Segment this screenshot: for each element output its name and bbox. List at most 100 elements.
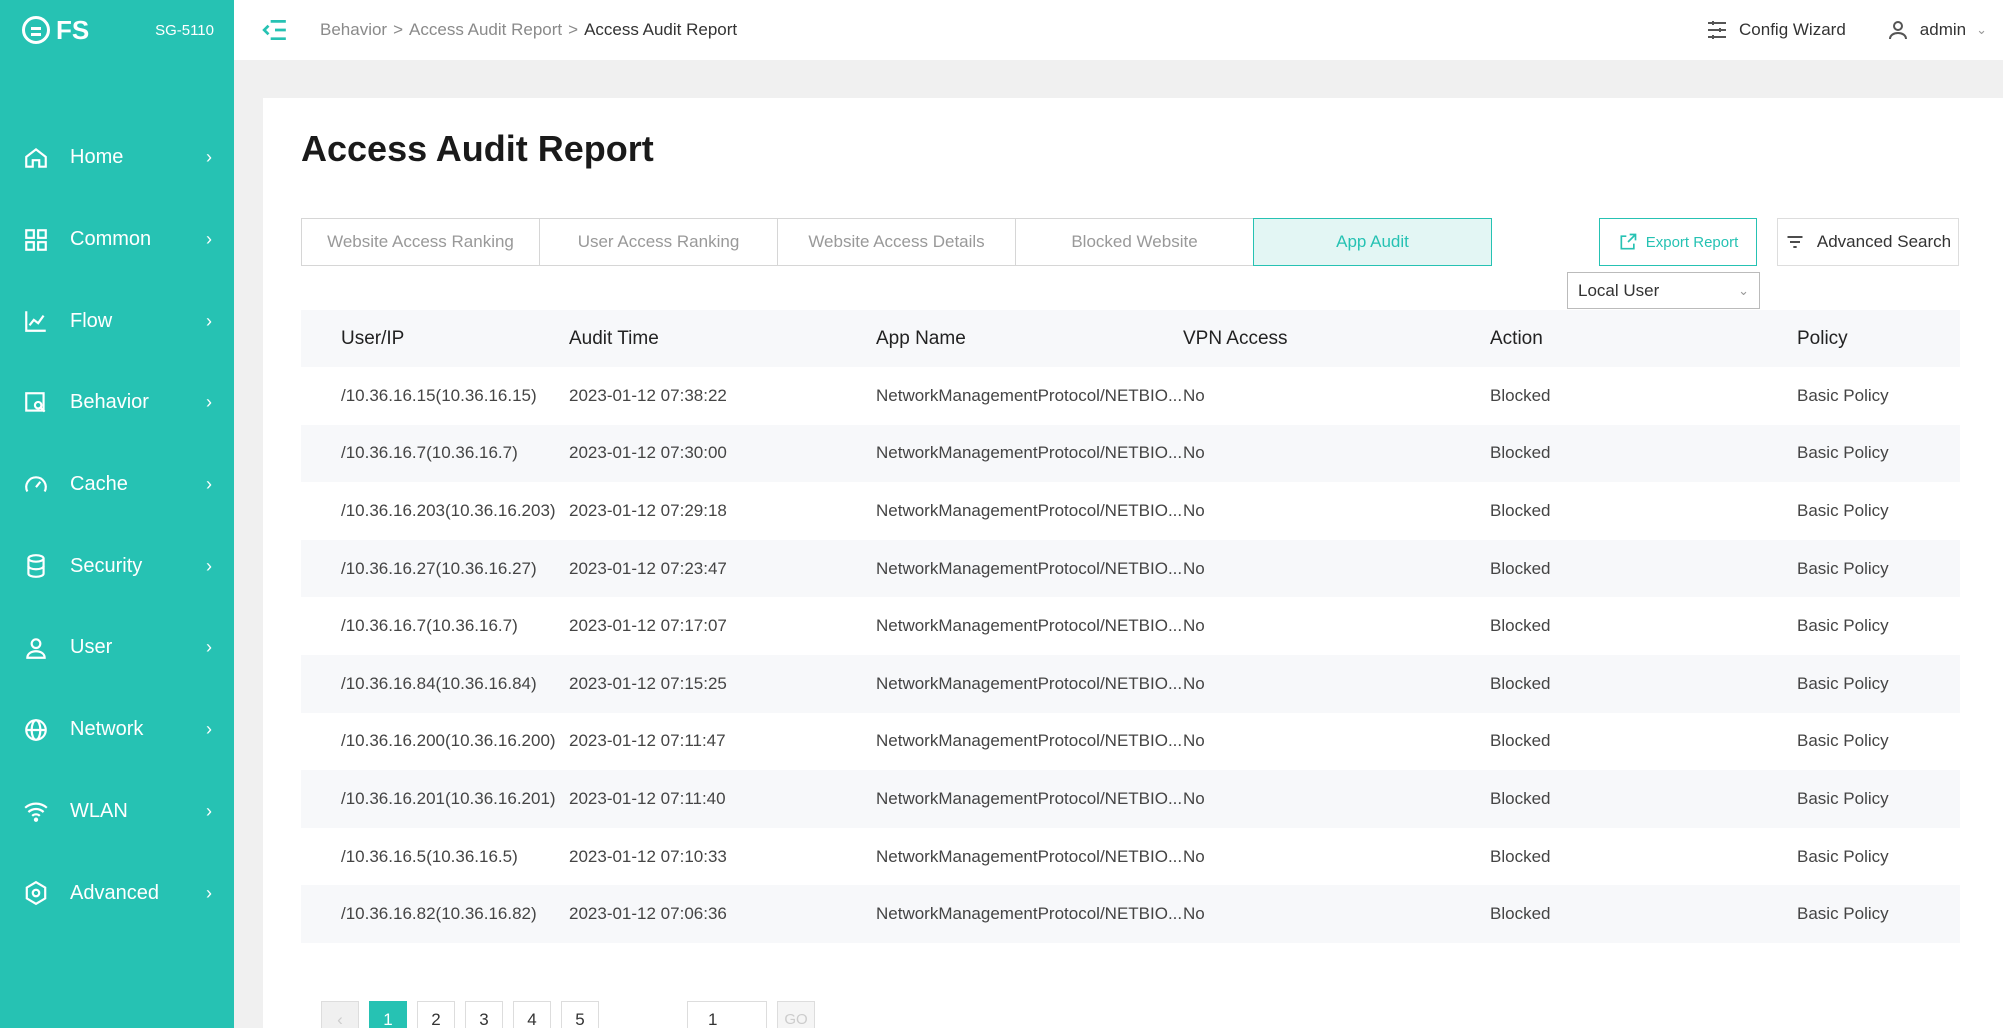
cell-user-ip: /10.36.16.201(10.36.16.201) [341, 788, 556, 808]
page-3-button[interactable]: 3 [465, 1000, 503, 1028]
go-button[interactable]: GO [777, 1000, 815, 1028]
sidebar-item-label: WLAN [70, 799, 128, 822]
cell-user-ip: /10.36.16.15(10.36.16.15) [341, 385, 537, 405]
sidebar-item-behavior[interactable]: Behavior › [0, 362, 234, 444]
tab-website-access-details[interactable]: Website Access Details [777, 218, 1016, 266]
breadcrumb-separator: > [393, 20, 404, 39]
chevron-right-icon: › [206, 392, 212, 413]
user-type-value: Local User [1578, 280, 1660, 300]
cell-vpn-access: No [1183, 616, 1205, 636]
sidebar-item-label: Network [70, 718, 144, 741]
table-row[interactable]: /10.36.16.203(10.36.16.203) 2023-01-12 07… [301, 482, 1960, 540]
sidebar-item-user[interactable]: User › [0, 607, 234, 689]
table-row[interactable]: /10.36.16.15(10.36.16.15) 2023-01-12 07:3… [301, 367, 1960, 425]
advanced-search-label: Advanced Search [1816, 232, 1952, 251]
cell-user-ip: /10.36.16.5(10.36.16.5) [341, 846, 518, 866]
table-row[interactable]: /10.36.16.82(10.36.16.82) 2023-01-12 07:0… [301, 885, 1960, 943]
page-title: Access Audit Report [301, 128, 654, 169]
sidebar-item-cache[interactable]: Cache › [0, 444, 234, 526]
sidebar-item-wlan[interactable]: WLAN › [0, 771, 234, 853]
table-row[interactable]: /10.36.16.7(10.36.16.7) 2023-01-12 07:17:… [301, 597, 1960, 655]
logo[interactable]: FS [22, 15, 89, 46]
tab-user-access-ranking[interactable]: User Access Ranking [539, 218, 778, 266]
cell-app-name: NetworkManagementProtocol/NETBIO... [876, 731, 1183, 751]
chevron-right-icon: › [206, 800, 212, 821]
export-report-label: Export Report [1645, 233, 1739, 251]
table-row[interactable]: /10.36.16.200(10.36.16.200) 2023-01-12 07… [301, 713, 1960, 771]
chevron-down-icon: ⌄ [1976, 22, 1987, 37]
sidebar-item-common[interactable]: Common › [0, 199, 234, 281]
cell-vpn-access: No [1183, 443, 1205, 463]
cell-audit-time: 2023-01-12 07:11:40 [569, 788, 726, 808]
export-report-button[interactable]: Export Report [1599, 218, 1757, 266]
page-2-button[interactable]: 2 [417, 1000, 455, 1028]
grid-icon [22, 226, 50, 254]
tab-blocked-website[interactable]: Blocked Website [1015, 218, 1254, 266]
username: admin [1919, 20, 1967, 39]
table-row[interactable]: /10.36.16.7(10.36.16.7) 2023-01-12 07:30:… [301, 424, 1960, 483]
sidebar-item-home[interactable]: Home › [0, 117, 234, 199]
cell-app-name: NetworkManagementProtocol/NETBIO... [876, 443, 1183, 463]
cell-action: Blocked [1490, 616, 1551, 636]
table-body: /10.36.16.15(10.36.16.15) 2023-01-12 07:3… [301, 367, 1960, 943]
cell-vpn-access: No [1183, 385, 1205, 405]
table-row[interactable]: /10.36.16.84(10.36.16.84) 2023-01-12 07:1… [301, 654, 1960, 713]
cell-app-name: NetworkManagementProtocol/NETBIO... [876, 500, 1183, 520]
globe-icon [22, 716, 50, 744]
column-header-action: Action [1490, 327, 1543, 349]
column-header-vpn-access: VPN Access [1183, 327, 1288, 349]
sidebar-item-network[interactable]: Network › [0, 689, 234, 771]
table-row[interactable]: /10.36.16.201(10.36.16.201) 2023-01-12 07… [301, 770, 1960, 828]
cell-app-name: NetworkManagementProtocol/NETBIO... [876, 616, 1183, 636]
cell-action: Blocked [1490, 673, 1551, 693]
cell-vpn-access: No [1183, 558, 1205, 578]
database-icon [22, 552, 50, 580]
page-5-button[interactable]: 5 [561, 1000, 599, 1028]
cell-policy: Basic Policy [1797, 731, 1889, 751]
cell-action: Blocked [1490, 500, 1551, 520]
sidebar-nav: Home › Common › Flow › Behavior › Cache … [0, 117, 234, 934]
page-jump-input[interactable] [687, 1000, 767, 1028]
sidebar-item-label: Flow [70, 309, 113, 332]
logo-icon [22, 16, 50, 44]
page-1-button[interactable]: 1 [369, 1000, 407, 1028]
config-wizard-button[interactable]: Config Wizard [1705, 18, 1846, 42]
table-row[interactable]: /10.36.16.5(10.36.16.5) 2023-01-12 07:10:… [301, 828, 1960, 886]
tab-website-access-ranking[interactable]: Website Access Ranking [301, 218, 540, 266]
advanced-search-button[interactable]: Advanced Search [1777, 218, 1959, 266]
sidebar-item-flow[interactable]: Flow › [0, 280, 234, 362]
cell-user-ip: /10.36.16.200(10.36.16.200) [341, 731, 556, 751]
sidebar-item-label: Home [70, 146, 124, 169]
cell-action: Blocked [1490, 443, 1551, 463]
app-audit-table: User/IP Audit Time App Name VPN Access A… [301, 310, 1960, 943]
device-model: SG-5110 [155, 21, 214, 39]
sidebar-item-advanced[interactable]: Advanced › [0, 852, 234, 934]
breadcrumb-separator: > [568, 20, 579, 39]
config-wizard-label: Config Wizard [1739, 20, 1846, 39]
user-icon [22, 634, 50, 662]
sidebar-item-security[interactable]: Security › [0, 525, 234, 607]
cell-audit-time: 2023-01-12 07:38:22 [569, 385, 727, 405]
chevron-right-icon: › [206, 229, 212, 250]
chevron-right-icon: › [206, 310, 212, 331]
cell-vpn-access: No [1183, 673, 1205, 693]
table-row[interactable]: /10.36.16.27(10.36.16.27) 2023-01-12 07:2… [301, 539, 1960, 598]
cell-user-ip: /10.36.16.84(10.36.16.84) [341, 673, 537, 693]
page-4-button[interactable]: 4 [513, 1000, 551, 1028]
cell-user-ip: /10.36.16.7(10.36.16.7) [341, 443, 518, 463]
breadcrumb-access-audit-report[interactable]: Access Audit Report [409, 20, 562, 40]
tab-app-audit[interactable]: App Audit [1253, 218, 1492, 266]
cell-action: Blocked [1490, 731, 1551, 751]
chevron-right-icon: › [206, 474, 212, 495]
breadcrumb-behavior[interactable]: Behavior [320, 20, 387, 40]
cell-user-ip: /10.36.16.203(10.36.16.203) [341, 500, 556, 520]
collapse-menu-icon[interactable] [262, 17, 288, 43]
cell-policy: Basic Policy [1797, 443, 1889, 463]
cell-audit-time: 2023-01-12 07:06:36 [569, 904, 727, 924]
cell-vpn-access: No [1183, 846, 1205, 866]
user-type-select[interactable]: Local User ⌄ [1567, 272, 1760, 309]
user-menu[interactable]: admin ⌄ [1886, 18, 1987, 42]
sidebar-item-label: User [70, 636, 113, 659]
gauge-icon [22, 471, 50, 499]
prev-page-button[interactable]: ‹ [321, 1000, 359, 1028]
